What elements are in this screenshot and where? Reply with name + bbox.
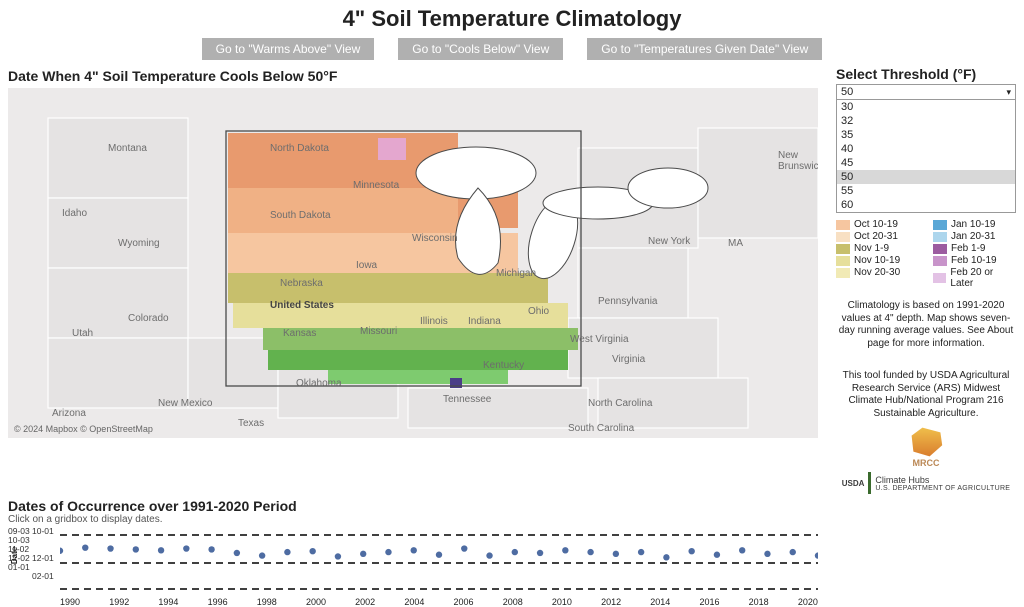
legend-item: Oct 20-31 bbox=[836, 231, 919, 242]
legend-swatch-icon bbox=[933, 220, 947, 230]
legend-item: Nov 1-9 bbox=[836, 243, 919, 254]
nav-temps-given-date[interactable]: Go to "Temperatures Given Date" View bbox=[587, 38, 822, 60]
legend-swatch-icon bbox=[933, 244, 947, 254]
x-tick: 2018 bbox=[749, 597, 769, 607]
map-subtitle: Date When 4" Soil Temperature Cools Belo… bbox=[8, 66, 826, 88]
x-tick: 2004 bbox=[404, 597, 424, 607]
nav-cools-below[interactable]: Go to "Cools Below" View bbox=[398, 38, 563, 60]
legend-label: Oct 20-31 bbox=[854, 231, 898, 242]
legend-label: Jan 20-31 bbox=[951, 231, 995, 242]
x-tick: 2020 bbox=[798, 597, 818, 607]
legend-item: Nov 20-30 bbox=[836, 267, 919, 278]
threshold-title: Select Threshold (°F) bbox=[836, 66, 1016, 82]
x-axis-ticks: 1990 1992 1994 1996 1998 2000 2002 2004 2006 2008… bbox=[60, 597, 818, 607]
threshold-option-55[interactable]: 55 bbox=[837, 184, 1015, 198]
usda-text: USDA bbox=[842, 479, 865, 488]
page-title: 4" Soil Temperature Climatology bbox=[0, 0, 1024, 36]
legend-item: Nov 10-19 bbox=[836, 255, 919, 266]
threshold-option-30[interactable]: 30 bbox=[837, 100, 1015, 114]
legend-swatch-icon bbox=[836, 256, 850, 266]
threshold-option-45[interactable]: 45 bbox=[837, 156, 1015, 170]
threshold-current-value: 50 bbox=[841, 86, 853, 98]
legend-swatch-icon bbox=[836, 220, 850, 230]
x-tick: 1998 bbox=[257, 597, 277, 607]
chevron-down-icon: ▾ bbox=[1006, 87, 1011, 98]
timeseries-hint: Click on a gridbox to display dates. bbox=[8, 514, 1016, 525]
threshold-option-50[interactable]: 50 bbox=[837, 170, 1015, 184]
threshold-option-32[interactable]: 32 bbox=[837, 114, 1015, 128]
basemap-svg bbox=[8, 88, 818, 438]
legend: Oct 10-19Oct 20-31Nov 1-9Nov 10-19Nov 20… bbox=[836, 219, 1016, 290]
y-axis-ticks: 09-0310-01 10-03 11-02 12-0212-01 01-01 … bbox=[8, 527, 56, 581]
threshold-option-60[interactable]: 60 bbox=[837, 198, 1015, 212]
map-attribution: © 2024 Mapbox © OpenStreetMap bbox=[14, 424, 153, 434]
legend-swatch-icon bbox=[836, 232, 850, 242]
x-tick: 1994 bbox=[158, 597, 178, 607]
threshold-option-35[interactable]: 35 bbox=[837, 128, 1015, 142]
legend-item: Feb 20 or Later bbox=[933, 267, 1016, 289]
x-tick: 1992 bbox=[109, 597, 129, 607]
x-tick: 2002 bbox=[355, 597, 375, 607]
timeseries-chart[interactable]: Date 09-0310-01 10-03 11-02 12-0212-01 0… bbox=[8, 527, 818, 607]
x-tick: 2016 bbox=[699, 597, 719, 607]
legend-label: Nov 10-19 bbox=[854, 255, 900, 266]
threshold-option-40[interactable]: 40 bbox=[837, 142, 1015, 156]
legend-swatch-icon bbox=[933, 273, 946, 283]
legend-label: Nov 20-30 bbox=[854, 267, 900, 278]
threshold-current[interactable]: 50 ▾ bbox=[837, 85, 1015, 100]
legend-item: Jan 10-19 bbox=[933, 219, 1016, 230]
x-tick: 1990 bbox=[60, 597, 80, 607]
legend-swatch-icon bbox=[933, 256, 947, 266]
legend-swatch-icon bbox=[836, 268, 850, 278]
x-tick: 2010 bbox=[552, 597, 572, 607]
usda-dept-text: U.S. DEPARTMENT OF AGRICULTURE bbox=[875, 485, 1010, 492]
timeseries-title: Dates of Occurrence over 1991-2020 Perio… bbox=[8, 498, 1016, 514]
timeseries-plot-svg bbox=[60, 527, 818, 593]
legend-label: Feb 1-9 bbox=[951, 243, 985, 254]
x-tick: 2014 bbox=[650, 597, 670, 607]
legend-item: Feb 1-9 bbox=[933, 243, 1016, 254]
x-tick: 2000 bbox=[306, 597, 326, 607]
logo-row: MRCC USDA Climate Hubs U.S. DEPARTMENT O… bbox=[836, 426, 1016, 494]
threshold-dropdown[interactable]: 50 ▾ 3032354045505560 bbox=[836, 84, 1016, 213]
x-tick: 1996 bbox=[208, 597, 228, 607]
mrcc-logo-icon bbox=[908, 426, 944, 458]
legend-item: Jan 20-31 bbox=[933, 231, 1016, 242]
climate-hubs-text: Climate Hubs bbox=[875, 475, 929, 485]
legend-label: Oct 10-19 bbox=[854, 219, 898, 230]
legend-swatch-icon bbox=[836, 244, 850, 254]
legend-item: Feb 10-19 bbox=[933, 255, 1016, 266]
mrcc-logo-text: MRCC bbox=[908, 458, 944, 468]
legend-swatch-icon bbox=[933, 232, 947, 242]
legend-label: Feb 20 or Later bbox=[950, 267, 1016, 289]
funding-note: This tool funded by USDA Agricultural Re… bbox=[836, 370, 1016, 420]
legend-label: Jan 10-19 bbox=[951, 219, 995, 230]
climatology-note: Climatology is based on 1991-2020 values… bbox=[836, 300, 1016, 350]
x-tick: 2012 bbox=[601, 597, 621, 607]
x-tick: 2008 bbox=[503, 597, 523, 607]
nav-row: Go to "Warms Above" View Go to "Cools Be… bbox=[0, 36, 1024, 66]
climate-hubs-logo: USDA Climate Hubs U.S. DEPARTMENT OF AGR… bbox=[842, 472, 1011, 494]
nav-warms-above[interactable]: Go to "Warms Above" View bbox=[202, 38, 375, 60]
logo-bar-icon bbox=[868, 472, 871, 494]
map-canvas[interactable]: Montana North Dakota South Dakota Minnes… bbox=[8, 88, 818, 438]
x-tick: 2006 bbox=[454, 597, 474, 607]
legend-label: Feb 10-19 bbox=[951, 255, 997, 266]
legend-label: Nov 1-9 bbox=[854, 243, 889, 254]
legend-item: Oct 10-19 bbox=[836, 219, 919, 230]
